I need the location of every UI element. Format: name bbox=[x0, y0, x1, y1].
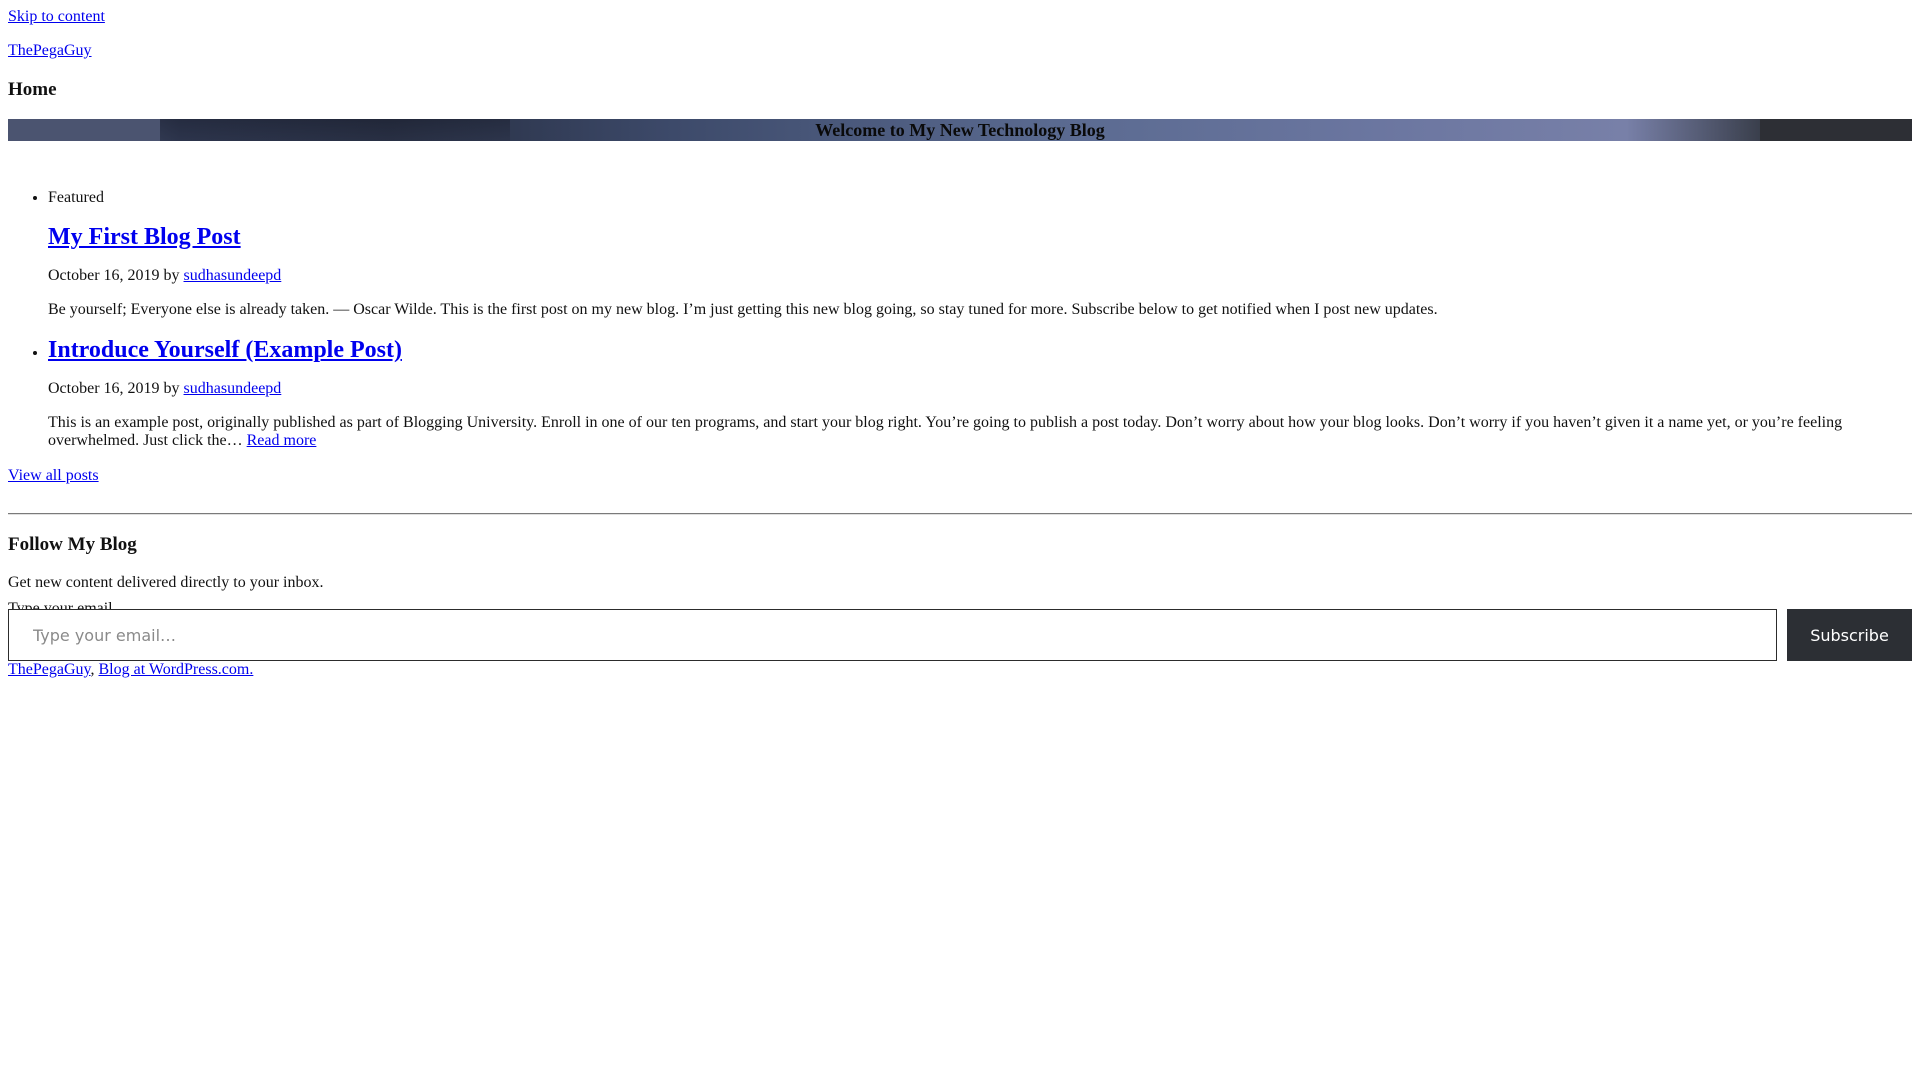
skip-to-content-link[interactable]: Skip to content bbox=[8, 8, 105, 26]
footer-site-link[interactable]: ThePegaGuy bbox=[8, 661, 91, 678]
read-more-link[interactable]: Read more bbox=[247, 432, 317, 449]
post-by: by bbox=[163, 267, 180, 284]
page-title: Home bbox=[8, 79, 57, 100]
post-excerpt: This is an example post, originally publ… bbox=[48, 414, 1912, 450]
hero-banner: Welcome to My New Technology Blog bbox=[8, 119, 1912, 141]
post-title-link[interactable]: My First Blog Post bbox=[48, 224, 241, 250]
footer-wordpress-link[interactable]: Blog at WordPress.com. bbox=[99, 661, 254, 678]
post-item: Featured My First Blog Post October 16, … bbox=[48, 165, 1912, 319]
post-title: Introduce Yourself (Example Post) bbox=[48, 336, 1912, 364]
post-date: October 16, 2019 bbox=[48, 267, 160, 284]
post-excerpt-text: This is an example post, originally publ… bbox=[48, 414, 1843, 449]
subscribe-button[interactable]: Subscribe bbox=[1787, 609, 1912, 661]
post-author-link[interactable]: sudhasundeepd bbox=[184, 380, 282, 397]
site-title-link[interactable]: ThePegaGuy bbox=[8, 42, 92, 60]
post-meta: October 16, 2019 by sudhasundeepd bbox=[48, 267, 1912, 285]
post-title-link[interactable]: Introduce Yourself (Example Post) bbox=[48, 337, 402, 363]
post-author-link[interactable]: sudhasundeepd bbox=[184, 267, 282, 284]
email-input[interactable] bbox=[8, 609, 1777, 661]
hero-title: Welcome to My New Technology Blog bbox=[815, 120, 1105, 140]
divider bbox=[8, 513, 1912, 515]
post-title: My First Blog Post bbox=[48, 223, 1912, 251]
footer: ThePegaGuy, Blog at WordPress.com. bbox=[8, 661, 253, 679]
post-item: Introduce Yourself (Example Post) Octobe… bbox=[48, 336, 1912, 450]
featured-label: Featured bbox=[48, 189, 104, 206]
post-excerpt: Be yourself; Everyone else is already ta… bbox=[48, 301, 1438, 318]
follow-heading: Follow My Blog bbox=[8, 534, 137, 555]
post-meta: October 16, 2019 by sudhasundeepd bbox=[48, 380, 1912, 398]
post-list: Featured My First Blog Post October 16, … bbox=[8, 165, 1912, 450]
view-all-posts-link[interactable]: View all posts bbox=[8, 467, 99, 485]
post-by: by bbox=[163, 380, 180, 397]
post-date: October 16, 2019 bbox=[48, 380, 160, 397]
follow-description: Get new content delivered directly to yo… bbox=[8, 574, 324, 591]
footer-separator: , bbox=[90, 661, 95, 678]
